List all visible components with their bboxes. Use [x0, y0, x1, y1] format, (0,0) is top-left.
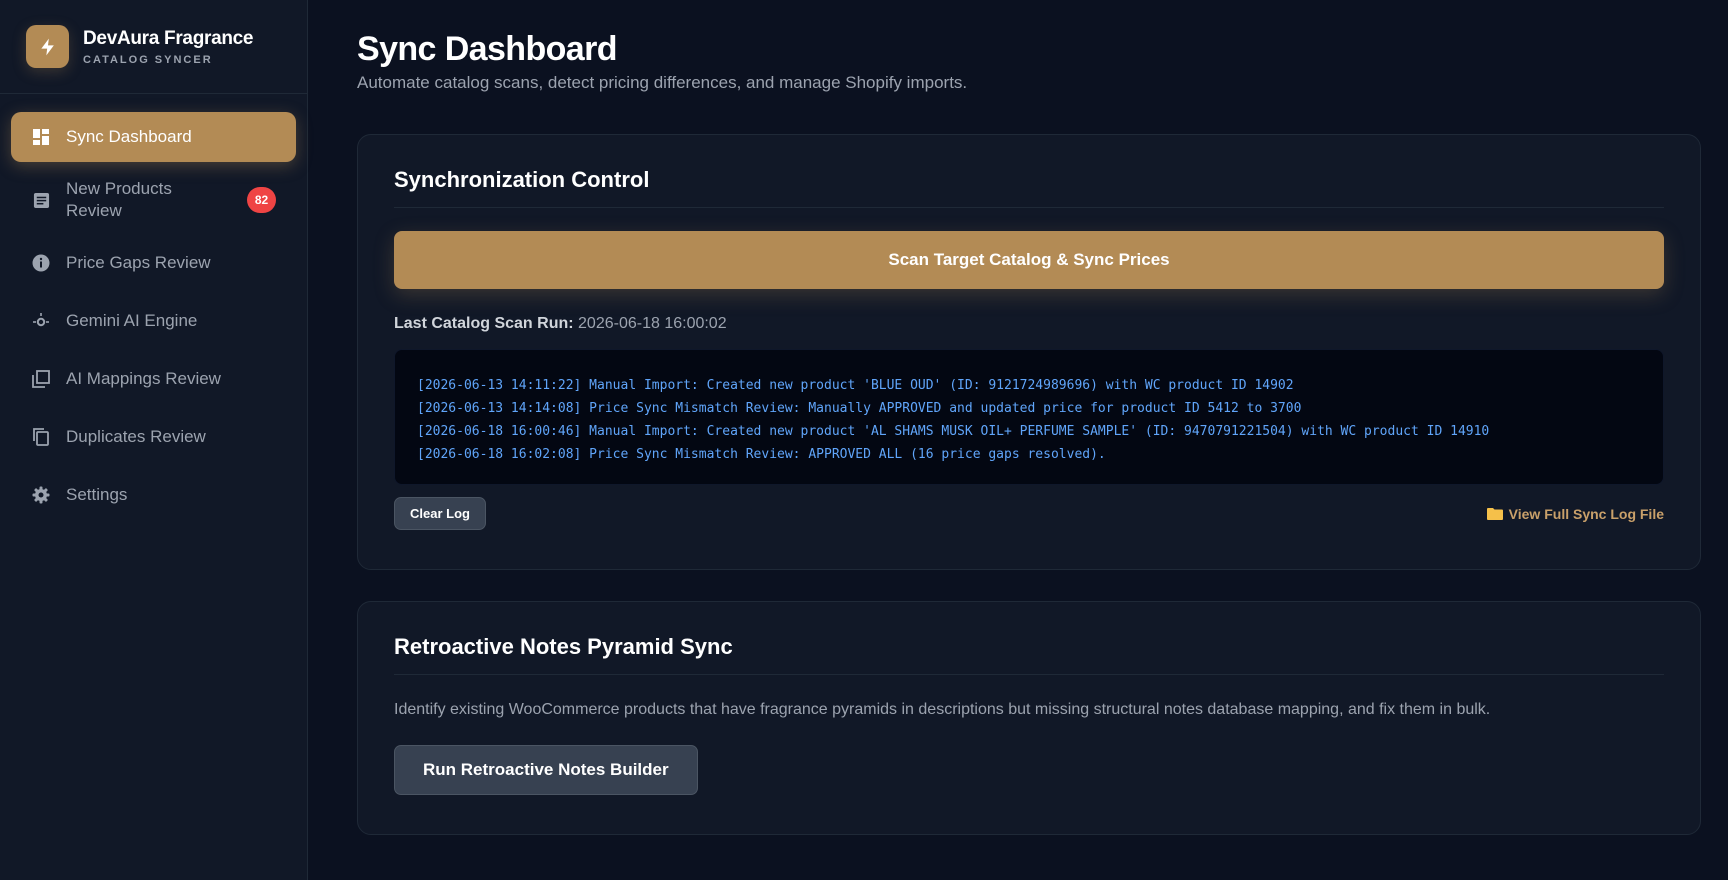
card-title: Synchronization Control: [394, 167, 1664, 208]
sparkle-icon: [31, 311, 51, 331]
log-line: [2026-06-13 14:11:22] Manual Import: Cre…: [417, 378, 1294, 393]
dashboard-icon: [31, 127, 51, 147]
gear-icon: [31, 485, 51, 505]
brand-header: DevAura Fragrance CATALOG SYNCER: [0, 0, 307, 94]
retroactive-notes-card: Retroactive Notes Pyramid Sync Identify …: [357, 601, 1701, 835]
sync-control-card: Synchronization Control Scan Target Cata…: [357, 134, 1701, 570]
sidebar-item-settings[interactable]: Settings: [11, 470, 296, 520]
sidebar-item-sync-dashboard[interactable]: Sync Dashboard: [11, 112, 296, 162]
view-log-label: View Full Sync Log File: [1508, 505, 1664, 522]
bolt-icon[interactable]: [26, 25, 69, 68]
sidebar: DevAura Fragrance CATALOG SYNCER Sync Da…: [0, 0, 308, 880]
main-content: Sync Dashboard Automate catalog scans, d…: [357, 30, 1701, 835]
layers-icon: [31, 369, 51, 389]
copy-icon: [31, 427, 51, 447]
scan-sync-button[interactable]: Scan Target Catalog & Sync Prices: [394, 231, 1664, 289]
sidebar-item-duplicates-review[interactable]: Duplicates Review: [11, 412, 296, 462]
sidebar-item-label: New Products Review: [66, 179, 172, 220]
last-run-info: Last Catalog Scan Run: 2026-06-18 16:00:…: [394, 315, 1664, 333]
brand-subtitle: CATALOG SYNCER: [83, 53, 213, 66]
notification-badge: 82: [247, 187, 276, 213]
sidebar-nav: Sync Dashboard New Products Review 82 Pr…: [0, 94, 307, 546]
log-line: [2026-06-18 16:00:46] Manual Import: Cre…: [417, 424, 1490, 439]
info-icon: [31, 253, 51, 273]
list-icon: [31, 190, 51, 210]
page-title: Sync Dashboard: [357, 30, 618, 68]
sidebar-item-gemini-ai-engine[interactable]: Gemini AI Engine: [11, 296, 296, 346]
sidebar-item-ai-mappings-review[interactable]: AI Mappings Review: [11, 354, 296, 404]
log-actions: Clear Log View Full Sync Log File: [394, 497, 1664, 530]
log-line: [2026-06-13 14:14:08] Price Sync Mismatc…: [417, 401, 1302, 416]
card-description: Identify existing WooCommerce products t…: [394, 701, 1491, 718]
sidebar-item-label: Gemini AI Engine: [66, 311, 198, 330]
last-run-label: Last Catalog Scan Run:: [394, 315, 574, 332]
clear-log-button[interactable]: Clear Log: [394, 497, 486, 530]
sidebar-item-label: Duplicates Review: [66, 427, 206, 446]
sidebar-item-label: Sync Dashboard: [66, 127, 192, 146]
sidebar-item-label: Settings: [66, 485, 128, 504]
run-retroactive-notes-button[interactable]: Run Retroactive Notes Builder: [394, 745, 698, 795]
folder-icon: [1486, 507, 1503, 521]
sidebar-item-price-gaps-review[interactable]: Price Gaps Review: [11, 238, 296, 288]
sidebar-item-new-products-review[interactable]: New Products Review 82: [11, 170, 296, 230]
page-subtitle: Automate catalog scans, detect pricing d…: [357, 73, 968, 92]
brand-name: DevAura Fragrance: [83, 27, 254, 49]
sidebar-item-label: Price Gaps Review: [66, 253, 211, 272]
log-line: [2026-06-18 16:02:08] Price Sync Mismatc…: [417, 447, 1106, 462]
view-log-link[interactable]: View Full Sync Log File: [1486, 505, 1664, 522]
sync-log-box[interactable]: [2026-06-13 14:11:22] Manual Import: Cre…: [394, 349, 1664, 485]
card-title: Retroactive Notes Pyramid Sync: [394, 634, 1664, 675]
last-run-value: 2026-06-18 16:00:02: [578, 315, 727, 332]
sidebar-item-label: AI Mappings Review: [66, 369, 221, 388]
